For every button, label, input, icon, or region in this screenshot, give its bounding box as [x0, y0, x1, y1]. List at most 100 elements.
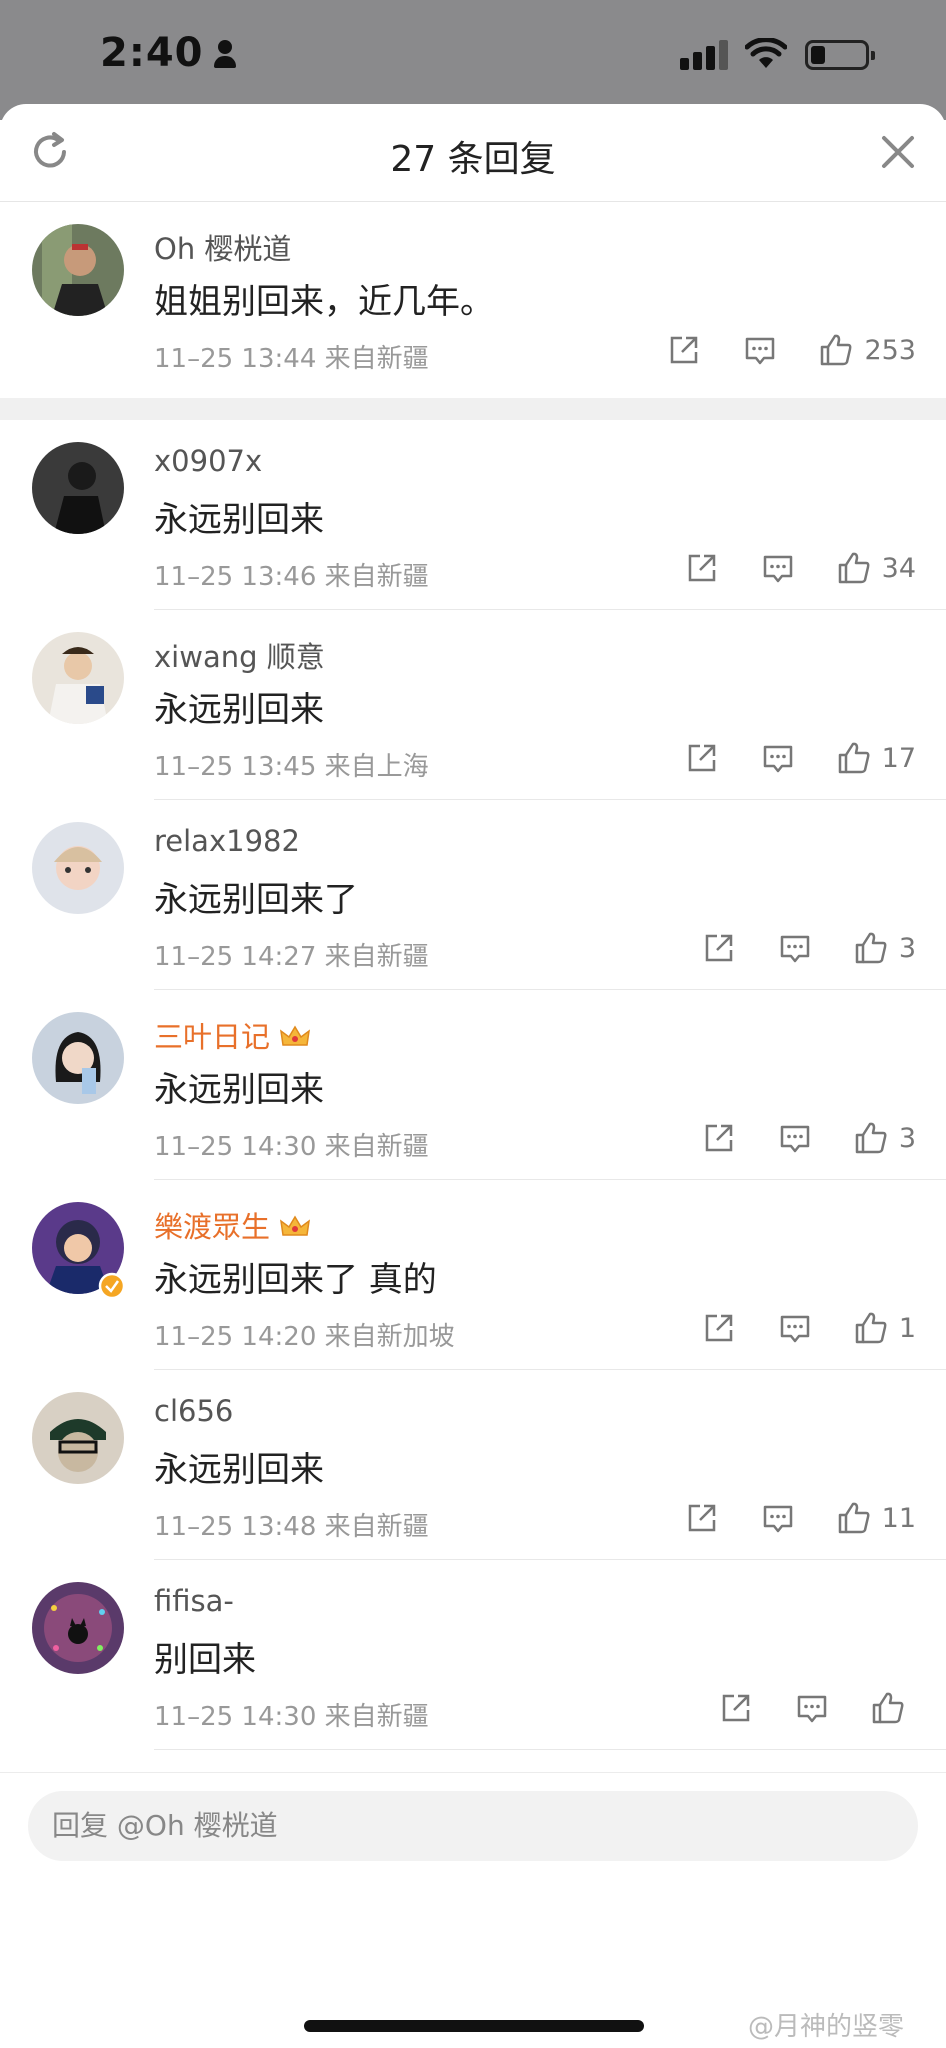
share-icon[interactable]: [718, 1690, 754, 1726]
share-icon[interactable]: [684, 550, 720, 586]
comment-meta: 11–25 13:48 来自新疆: [154, 1512, 429, 1542]
verified-badge-icon: [98, 1272, 126, 1300]
like-count: 11: [881, 1502, 916, 1534]
username-text: 三叶日记: [154, 1020, 271, 1054]
comment-text: 永远别回来: [154, 1070, 324, 1110]
avatar[interactable]: [32, 1582, 124, 1674]
comment-meta: 11–25 14:20 来自新加坡: [154, 1322, 455, 1352]
reply-item: 三叶日记 永远别回来 11–25 14:30 来自新疆 3: [0, 990, 946, 1180]
reply-input[interactable]: 回复 @Oh 樱桄道: [28, 1791, 918, 1861]
username-text: xiwang 顺意: [154, 640, 325, 674]
wifi-icon: [745, 38, 787, 68]
like-icon[interactable]: [870, 1690, 906, 1726]
comment-icon[interactable]: [742, 332, 778, 368]
like-count: 34: [881, 552, 916, 584]
like-icon[interactable]: [836, 550, 872, 586]
username[interactable]: fifisa-: [154, 1584, 234, 1618]
username[interactable]: cl656: [154, 1394, 233, 1428]
comment-meta: 11–25 14:30 来自新疆: [154, 1132, 429, 1162]
like-icon[interactable]: [853, 1120, 889, 1156]
username[interactable]: 三叶日记: [154, 1014, 311, 1056]
comment-icon[interactable]: [794, 1690, 830, 1726]
sheet-header: 27 条回复: [0, 104, 946, 202]
username[interactable]: Oh 樱桄道: [154, 226, 291, 268]
comment-meta: 11–25 14:30 来自新疆: [154, 1702, 429, 1732]
comment-actions: 1: [701, 1308, 916, 1348]
comment-meta: 11–25 13:45 来自上海: [154, 752, 429, 782]
comment-actions: 34: [684, 548, 916, 588]
like-icon[interactable]: [836, 740, 872, 776]
crown-icon: [280, 1025, 311, 1046]
avatar[interactable]: [32, 224, 124, 316]
avatar[interactable]: [32, 442, 124, 534]
comment-icon[interactable]: [777, 930, 813, 966]
username-text: x0907x: [154, 444, 263, 478]
avatar[interactable]: [32, 1392, 124, 1484]
avatar[interactable]: [32, 1012, 124, 1104]
share-icon[interactable]: [684, 1500, 720, 1536]
username-text: relax1982: [154, 824, 300, 858]
comment-icon[interactable]: [760, 1500, 796, 1536]
username[interactable]: relax1982: [154, 824, 300, 858]
comment-meta: 11–25 13:44 来自新疆: [154, 344, 429, 374]
username[interactable]: x0907x: [154, 444, 262, 478]
comment-text: 别回来: [154, 1640, 256, 1680]
comment-text: 永远别回来了 真的: [154, 1260, 437, 1300]
page-title: 27 条回复: [390, 139, 556, 180]
comment-meta: 11–25 13:46 来自新疆: [154, 562, 429, 592]
replies-list: x0907x 永远别回来 11–25 13:46 来自新疆 34 xiwang …: [0, 420, 946, 1750]
status-time-text: 2:40: [100, 30, 204, 76]
comment-text: 永远别回来: [154, 690, 324, 730]
comment-actions: 11: [684, 1498, 916, 1538]
reply-item: fifisa- 别回来 11–25 14:30 来自新疆: [0, 1560, 946, 1750]
comment-meta: 11–25 14:27 来自新疆: [154, 942, 429, 972]
comment-icon[interactable]: [777, 1310, 813, 1346]
avatar[interactable]: [32, 632, 124, 724]
username-text: fifisa-: [154, 1584, 234, 1618]
share-icon[interactable]: [701, 1120, 737, 1156]
comment-text: 永远别回来了: [154, 880, 358, 920]
crown-icon: [280, 1215, 311, 1236]
section-divider: [0, 398, 946, 420]
reply-item: 樂渡眾生 永远别回来了 真的 11–25 14:20 来自新加坡 1: [0, 1180, 946, 1370]
reply-item: cl656 永远别回来 11–25 13:48 来自新疆 11: [0, 1370, 946, 1560]
comment-actions: 3: [701, 1118, 916, 1158]
status-bar-time: 2:40: [100, 30, 236, 76]
comment-actions: [718, 1688, 916, 1728]
comment-icon[interactable]: [760, 740, 796, 776]
like-count: 17: [881, 742, 916, 774]
comment-text: 永远别回来: [154, 500, 324, 540]
cellular-signal-icon: [680, 40, 730, 70]
comment-icon[interactable]: [777, 1120, 813, 1156]
reply-bar: 回复 @Oh 樱桄道: [0, 1772, 946, 1944]
share-icon[interactable]: [701, 1310, 737, 1346]
like-icon[interactable]: [818, 332, 854, 368]
like-icon[interactable]: [853, 930, 889, 966]
replies-sheet: 27 条回复 Oh 樱桄道 姐姐别回来，近几年。 11–25 13:44 来自新…: [0, 104, 946, 2048]
comment-actions: 253: [666, 330, 916, 370]
share-icon[interactable]: [666, 332, 702, 368]
person-icon: [213, 40, 236, 70]
share-icon[interactable]: [701, 930, 737, 966]
root-comment: Oh 樱桄道 姐姐别回来，近几年。 11–25 13:44 来自新疆 253: [0, 202, 946, 398]
reply-item: xiwang 顺意 永远别回来 11–25 13:45 来自上海 17: [0, 610, 946, 800]
username[interactable]: xiwang 顺意: [154, 634, 325, 676]
username-text: cl656: [154, 1394, 234, 1428]
username-text: 樂渡眾生: [154, 1210, 271, 1244]
avatar[interactable]: [32, 822, 124, 914]
like-count: 253: [864, 334, 916, 366]
watermark: @月神的竖零: [748, 2012, 905, 2042]
like-icon[interactable]: [836, 1500, 872, 1536]
close-icon[interactable]: [876, 130, 920, 174]
row-divider: [154, 1749, 946, 1750]
username[interactable]: 樂渡眾生: [154, 1204, 311, 1246]
like-icon[interactable]: [853, 1310, 889, 1346]
comment-text: 永远别回来: [154, 1450, 324, 1490]
like-count: 1: [898, 1312, 916, 1344]
comment-icon[interactable]: [760, 550, 796, 586]
share-icon[interactable]: [684, 740, 720, 776]
comment-actions: 17: [684, 738, 916, 778]
comment-text: 姐姐别回来，近几年。: [154, 282, 494, 322]
reply-item: x0907x 永远别回来 11–25 13:46 来自新疆 34: [0, 420, 946, 610]
battery-icon: [805, 40, 875, 70]
